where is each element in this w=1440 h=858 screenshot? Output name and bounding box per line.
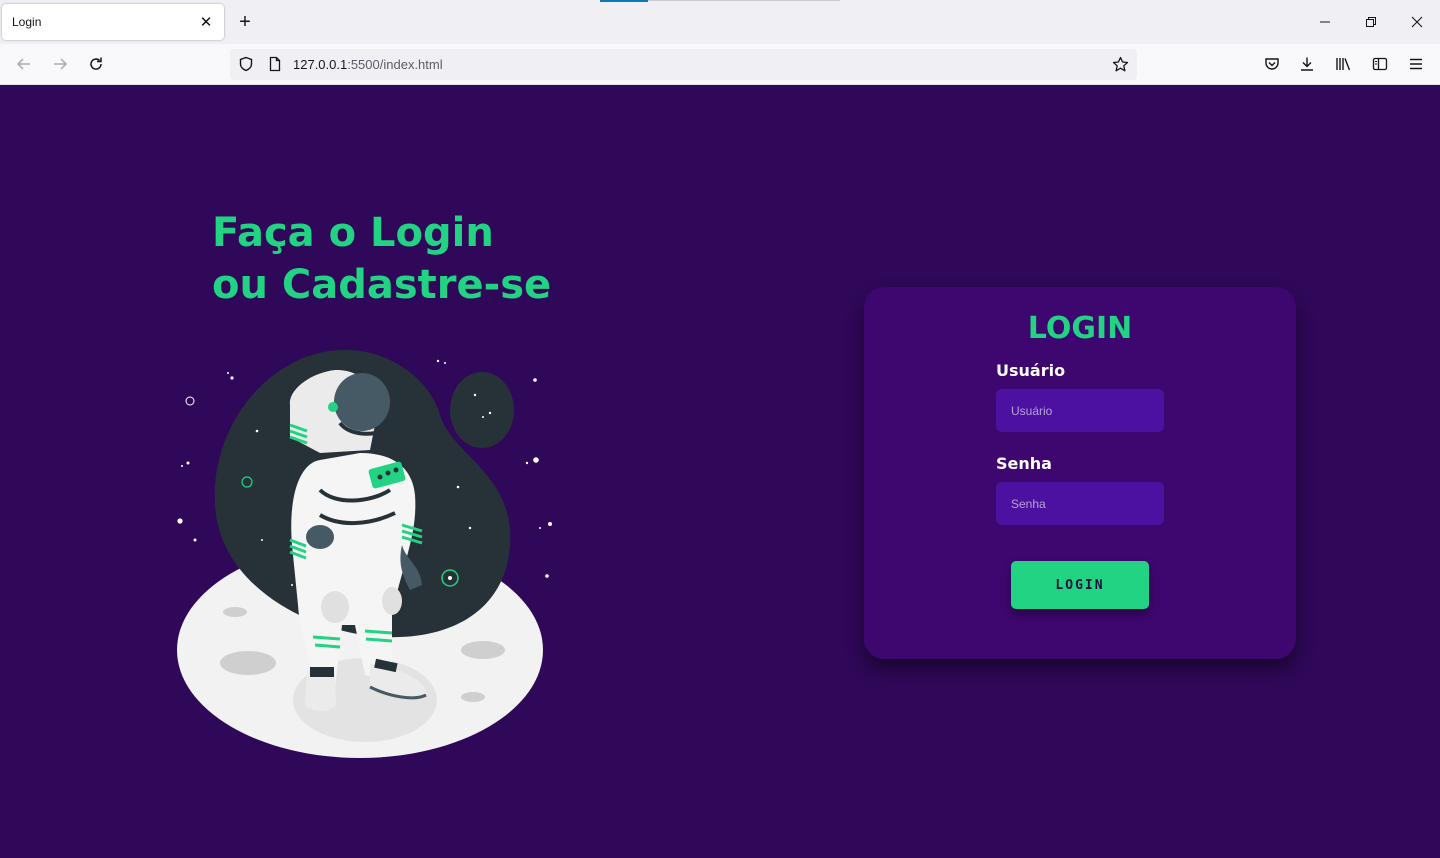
- url-text[interactable]: 127.0.0.1:5500/index.html: [293, 57, 443, 72]
- login-title: LOGIN: [1027, 311, 1133, 346]
- address-bar[interactable]: 127.0.0.1:5500/index.html: [230, 49, 1137, 80]
- reload-icon[interactable]: [84, 52, 108, 76]
- login-card: LOGIN Usuário Senha LOGIN: [864, 287, 1296, 659]
- url-host: 127.0.0.1: [293, 57, 348, 72]
- shield-icon[interactable]: [238, 56, 254, 77]
- username-label: Usuário: [996, 361, 1066, 380]
- tab-strip-indicator: [600, 0, 648, 2]
- page-content: Faça o Login ou Cadastre-se LOGIN Usuári…: [0, 85, 1440, 858]
- astronaut-illustration: [177, 349, 552, 758]
- minimize-icon[interactable]: [1313, 10, 1337, 34]
- menu-icon[interactable]: [1404, 52, 1428, 76]
- headline-line-1: Faça o Login: [212, 210, 494, 256]
- page-headline: Faça o Login ou Cadastre-se: [212, 207, 551, 311]
- url-path: :5500/index.html: [347, 57, 443, 72]
- password-input[interactable]: [996, 482, 1164, 525]
- forward-arrow-icon[interactable]: [48, 52, 72, 76]
- window-close-icon[interactable]: [1405, 10, 1429, 34]
- tab-strip: Login ✕ +: [0, 0, 1440, 44]
- close-icon[interactable]: ✕: [198, 14, 214, 31]
- download-icon[interactable]: [1295, 52, 1319, 76]
- back-arrow-icon[interactable]: [12, 52, 36, 76]
- library-icon[interactable]: [1332, 52, 1356, 76]
- tab-strip-divider: [648, 0, 840, 1]
- pocket-icon[interactable]: [1260, 52, 1284, 76]
- login-button[interactable]: LOGIN: [1011, 561, 1149, 609]
- plus-icon[interactable]: +: [233, 10, 257, 34]
- password-label: Senha: [996, 454, 1052, 473]
- page-icon[interactable]: [267, 56, 283, 77]
- navigation-toolbar: 127.0.0.1:5500/index.html: [0, 44, 1440, 85]
- headline-line-2: ou Cadastre-se: [212, 262, 552, 308]
- username-input[interactable]: [996, 389, 1164, 432]
- tab-login[interactable]: Login ✕: [2, 4, 224, 40]
- tab-title: Login: [12, 15, 42, 29]
- bookmark-star-icon[interactable]: [1112, 56, 1129, 78]
- restore-icon[interactable]: [1359, 10, 1383, 34]
- sidebar-icon[interactable]: [1368, 52, 1392, 76]
